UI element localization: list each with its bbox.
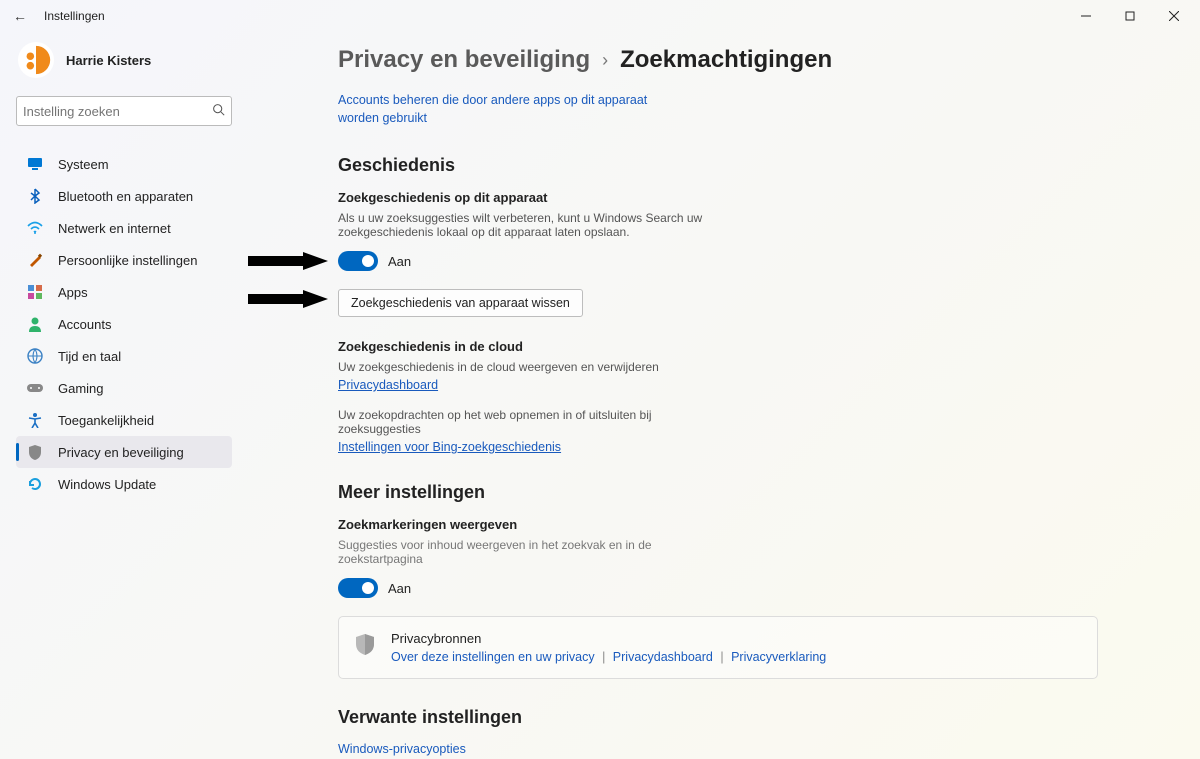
sidebar-item-privacy-security[interactable]: Privacy en beveiliging — [16, 436, 232, 468]
nav-label: Accounts — [58, 317, 111, 332]
wifi-icon — [26, 219, 44, 237]
nav-label: Netwerk en internet — [58, 221, 171, 236]
sidebar-item-accounts[interactable]: Accounts — [16, 308, 232, 340]
user-name: Harrie Kisters — [66, 53, 151, 68]
sidebar-item-apps[interactable]: Apps — [16, 276, 232, 308]
window-title: Instellingen — [44, 9, 105, 23]
person-icon — [26, 315, 44, 333]
globe-clock-icon — [26, 347, 44, 365]
cloud-history-title: Zoekgeschiedenis in de cloud — [338, 339, 1118, 354]
shield-icon — [355, 633, 377, 660]
device-history-title: Zoekgeschiedenis op dit apparaat — [338, 190, 1118, 205]
monitor-icon — [26, 155, 44, 173]
sidebar-item-time-language[interactable]: Tijd en taal — [16, 340, 232, 372]
user-profile[interactable]: Harrie Kisters — [16, 42, 232, 78]
nav-label: Apps — [58, 285, 88, 300]
apps-icon — [26, 283, 44, 301]
search-highlights-title: Zoekmarkeringen weergeven — [338, 517, 1118, 532]
nav-label: Gaming — [58, 381, 104, 396]
privacy-dashboard-link[interactable]: Privacydashboard — [338, 378, 1118, 392]
clear-history-button[interactable]: Zoekgeschiedenis van apparaat wissen — [338, 289, 583, 317]
search-icon — [212, 103, 225, 119]
gamepad-icon — [26, 379, 44, 397]
bing-history-link[interactable]: Instellingen voor Bing-zoekgeschiedenis — [338, 440, 1118, 454]
breadcrumb-parent[interactable]: Privacy en beveiliging — [338, 46, 590, 74]
about-privacy-link[interactable]: Over deze instellingen en uw privacy — [391, 650, 595, 664]
content-area: Privacy en beveiliging › Zoekmachtiginge… — [248, 32, 1200, 759]
nav-label: Systeem — [58, 157, 109, 172]
accessibility-icon — [26, 411, 44, 429]
update-icon — [26, 475, 44, 493]
windows-privacy-options-link[interactable]: Windows-privacyopties — [338, 742, 1118, 756]
sidebar: Harrie Kisters Systeem Bluetooth en appa… — [0, 32, 248, 759]
device-history-toggle[interactable] — [338, 251, 378, 271]
nav-label: Tijd en taal — [58, 349, 121, 364]
nav-list: Systeem Bluetooth en apparaten Netwerk e… — [16, 148, 232, 500]
related-settings-heading: Verwante instellingen — [338, 707, 1118, 728]
title-bar: ← Instellingen — [0, 0, 1200, 32]
minimize-button[interactable] — [1064, 0, 1108, 32]
nav-label: Persoonlijke instellingen — [58, 253, 197, 268]
web-search-desc: Uw zoekopdrachten op het web opnemen in … — [338, 408, 718, 436]
history-heading: Geschiedenis — [338, 155, 1118, 176]
more-settings-heading: Meer instellingen — [338, 482, 1118, 503]
sidebar-item-personalization[interactable]: Persoonlijke instellingen — [16, 244, 232, 276]
back-button[interactable]: ← — [4, 8, 36, 24]
sidebar-item-windows-update[interactable]: Windows Update — [16, 468, 232, 500]
toggle-label: Aan — [388, 581, 411, 596]
privacy-resources-card: Privacybronnen Over deze instellingen en… — [338, 616, 1098, 679]
nav-label: Privacy en beveiliging — [58, 445, 184, 460]
search-highlights-toggle[interactable] — [338, 578, 378, 598]
nav-label: Bluetooth en apparaten — [58, 189, 193, 204]
brush-icon — [26, 251, 44, 269]
sidebar-item-accessibility[interactable]: Toegankelijkheid — [16, 404, 232, 436]
sidebar-item-bluetooth[interactable]: Bluetooth en apparaten — [16, 180, 232, 212]
privacy-statement-link[interactable]: Privacyverklaring — [731, 650, 826, 664]
cloud-history-desc: Uw zoekgeschiedenis in de cloud weergeve… — [338, 360, 718, 374]
manage-accounts-link[interactable]: Accounts beheren die door andere apps op… — [338, 92, 668, 127]
card-title: Privacybronnen — [391, 631, 826, 646]
search-input[interactable] — [16, 96, 232, 126]
maximize-button[interactable] — [1108, 0, 1152, 32]
sidebar-item-gaming[interactable]: Gaming — [16, 372, 232, 404]
avatar — [18, 42, 54, 78]
annotation-arrow-2 — [248, 290, 328, 308]
close-button[interactable] — [1152, 0, 1196, 32]
search-highlights-desc: Suggesties voor inhoud weergeven in het … — [338, 538, 718, 566]
shield-icon — [26, 443, 44, 461]
page-title: Zoekmachtigingen — [620, 46, 832, 74]
card-dashboard-link[interactable]: Privacydashboard — [613, 650, 713, 664]
chevron-right-icon: › — [602, 50, 608, 71]
toggle-label: Aan — [388, 254, 411, 269]
device-history-desc: Als u uw zoeksuggesties wilt verbeteren,… — [338, 211, 718, 239]
bluetooth-icon — [26, 187, 44, 205]
nav-label: Windows Update — [58, 477, 156, 492]
sidebar-item-network[interactable]: Netwerk en internet — [16, 212, 232, 244]
annotation-arrow-1 — [248, 252, 328, 270]
breadcrumb: Privacy en beveiliging › Zoekmachtiginge… — [338, 46, 1118, 74]
search-field[interactable] — [23, 104, 212, 119]
sidebar-item-system[interactable]: Systeem — [16, 148, 232, 180]
nav-label: Toegankelijkheid — [58, 413, 154, 428]
